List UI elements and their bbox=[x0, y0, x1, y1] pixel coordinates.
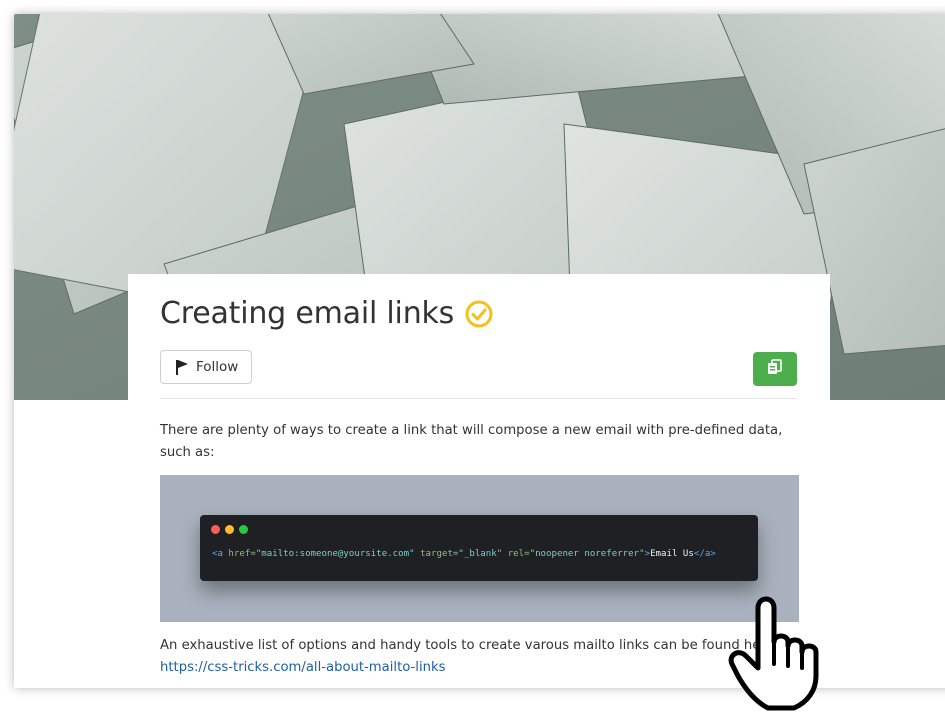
code-href-value: "mailto:someone@yoursite.com" bbox=[255, 549, 415, 559]
resources-text: An exhaustive list of options and handy … bbox=[160, 638, 779, 653]
intro-paragraph: There are plenty of ways to create a lin… bbox=[160, 423, 783, 460]
minimize-dot bbox=[225, 525, 234, 534]
mailto-guide-link[interactable]: https://css-tricks.com/all-about-mailto-… bbox=[160, 660, 446, 675]
code-screenshot: <a href="mailto:someone@yoursite.com" ta… bbox=[160, 475, 799, 622]
article-card: Creating email links Follow There are pl… bbox=[14, 14, 945, 688]
title-row: Creating email links bbox=[160, 296, 494, 331]
code-link-text: Email Us bbox=[650, 549, 694, 559]
hand-pointer-icon bbox=[728, 590, 832, 714]
article-panel: Creating email links Follow There are pl… bbox=[128, 274, 830, 688]
resources-paragraph: An exhaustive list of options and handy … bbox=[160, 635, 800, 679]
window-controls bbox=[211, 525, 248, 534]
maximize-dot bbox=[239, 525, 248, 534]
check-circle-icon bbox=[464, 299, 494, 329]
code-target-value: "_blank" bbox=[458, 549, 503, 559]
code-line: <a href="mailto:someone@yoursite.com" ta… bbox=[212, 549, 716, 559]
flag-icon bbox=[175, 359, 189, 375]
code-rel-attr: rel= bbox=[502, 549, 530, 559]
close-dot bbox=[211, 525, 220, 534]
code-open-tag: <a bbox=[212, 549, 223, 559]
code-href-attr: href= bbox=[222, 549, 256, 559]
follow-button[interactable]: Follow bbox=[160, 350, 253, 384]
code-window: <a href="mailto:someone@yoursite.com" ta… bbox=[200, 515, 758, 581]
follow-label: Follow bbox=[196, 359, 239, 375]
code-target-attr: target= bbox=[414, 549, 459, 559]
code-close-tag: </a> bbox=[693, 549, 716, 559]
copy-doc-icon bbox=[766, 358, 784, 381]
code-rel-value: "noopener noreferrer" bbox=[529, 549, 645, 559]
copy-doc-button[interactable] bbox=[753, 352, 797, 386]
divider bbox=[160, 398, 797, 399]
page-title: Creating email links bbox=[160, 296, 455, 331]
